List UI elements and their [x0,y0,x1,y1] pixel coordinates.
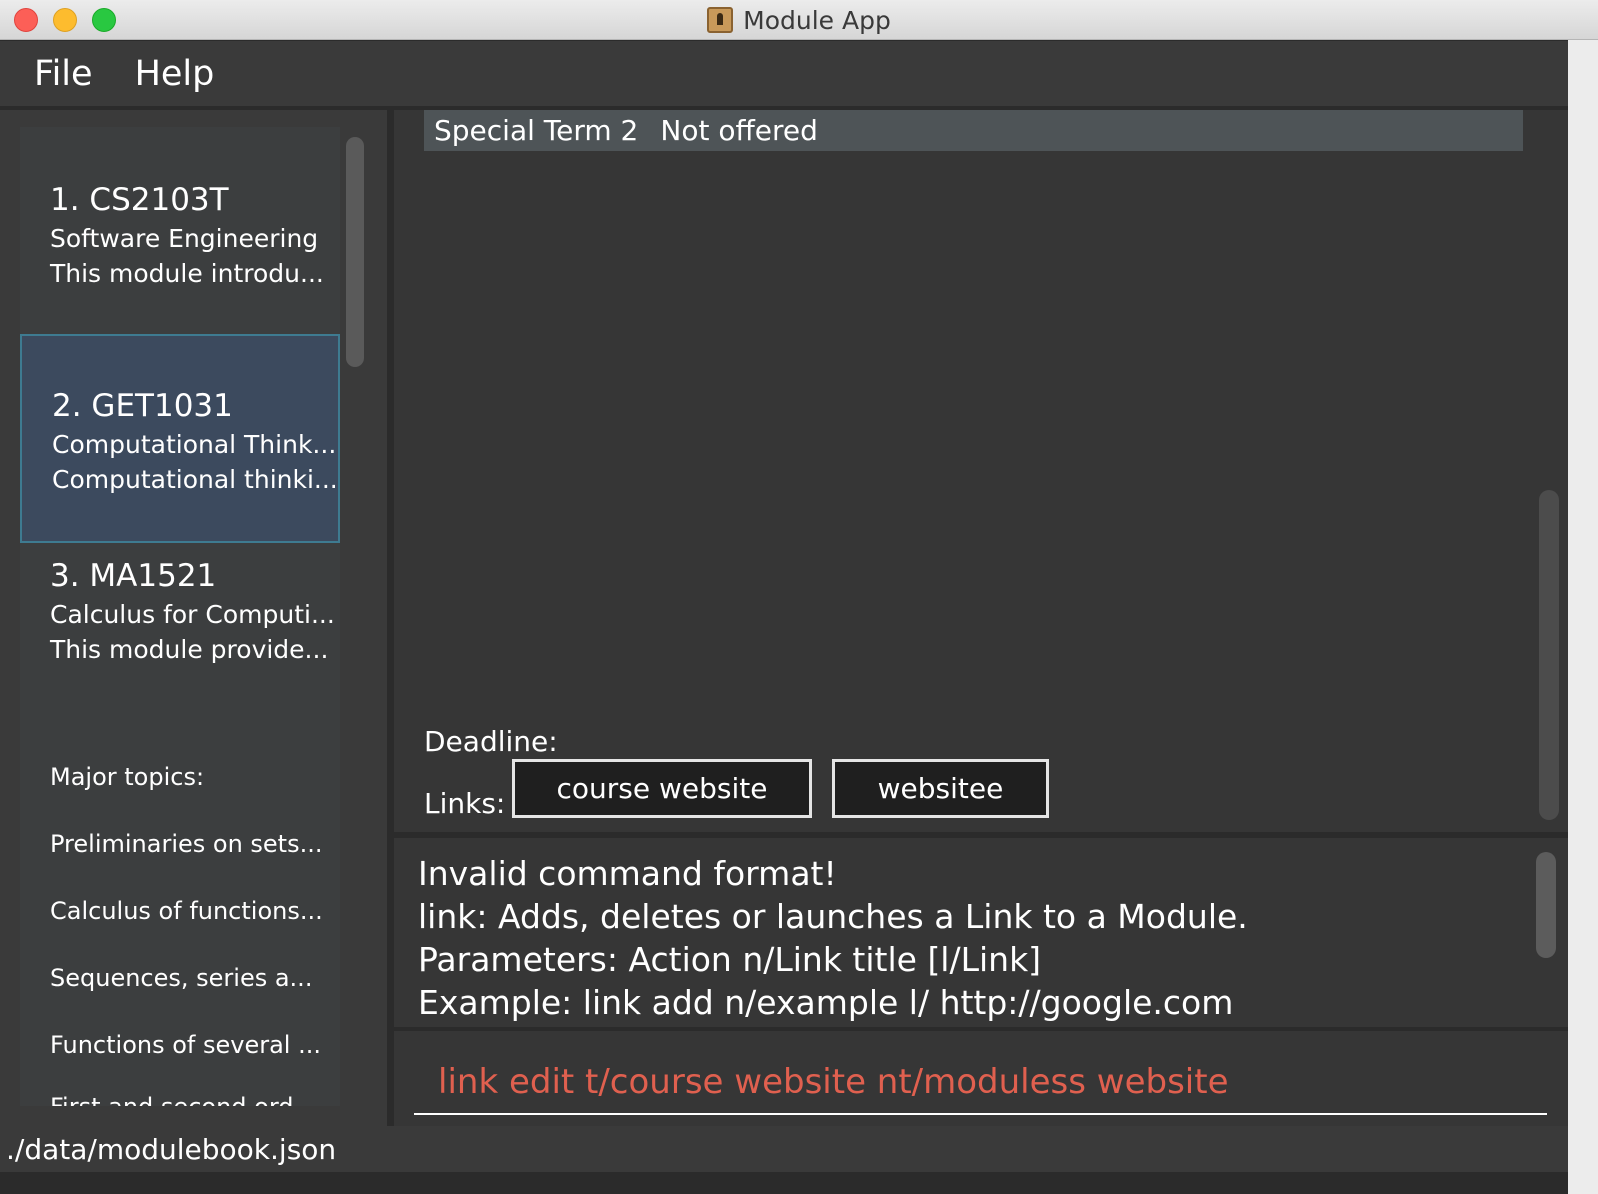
module-list[interactable]: 1. CS2103T Software Engineering This mod… [20,127,340,1106]
module-list-panel: 1. CS2103T Software Engineering This mod… [0,110,390,1126]
status-bar: ./data/modulebook.json [0,1126,1568,1172]
menu-help[interactable]: Help [135,54,215,94]
menu-file[interactable]: File [34,54,93,94]
topic-item: Preliminaries on sets... [50,830,323,858]
module-card-description: Computational thinki... [52,465,338,494]
module-card-name: Software Engineering [50,224,319,253]
deadline-label: Deadline: [424,725,558,758]
module-card-ma1521[interactable]: 3. MA1521 Calculus for Computi... This m… [20,558,340,664]
command-box [394,1029,1568,1126]
module-card-cs2103t[interactable]: 1. CS2103T Software Engineering This mod… [20,182,340,288]
term-status: Not offered [660,114,818,147]
window-edge [1568,40,1598,1194]
app-icon [707,7,734,33]
result-line: Invalid command format! [418,854,837,893]
module-detail-panel: Special Term 2 Not offered Deadline: Lin… [394,110,1568,832]
module-card-description: This module provide... [50,635,329,664]
module-card-name: Calculus for Computi... [50,600,335,629]
menu-bar: File Help [0,41,1568,108]
save-file-path: ./data/modulebook.json [6,1132,337,1166]
term-row: Special Term 2 Not offered [424,110,1523,151]
module-card-description: This module introdu... [50,259,324,288]
link-course-website-button[interactable]: course website [512,759,812,818]
topic-item: Calculus of functions... [50,897,323,925]
topic-item: First and second ord... [50,1093,316,1106]
module-card-title: 2. GET1031 [52,388,233,424]
module-card-title: 1. CS2103T [50,182,229,218]
topic-item: Sequences, series a... [50,964,313,992]
major-topics-heading: Major topics: [50,763,205,791]
module-card-name: Computational Think... [52,430,337,459]
link-websitee-button[interactable]: websitee [832,759,1049,818]
links-label: Links: [424,787,506,820]
result-line: link: Adds, deletes or launches a Link t… [418,897,1248,936]
module-list-scrollbar[interactable] [346,137,364,367]
result-scrollbar[interactable] [1536,852,1556,958]
result-display: Invalid command format! link: Adds, dele… [394,834,1568,1027]
result-line: Parameters: Action n/Link title [l/Link] [418,940,1042,979]
module-card-title: 3. MA1521 [50,558,217,594]
window-title: Module App [743,5,891,35]
module-card-get1031[interactable]: 2. GET1031 Computational Think... Comput… [20,334,340,543]
command-input[interactable] [414,1051,1547,1115]
window-title-group: Module App [0,0,1598,40]
term-name: Special Term 2 [434,114,639,147]
detail-scrollbar[interactable] [1539,490,1559,820]
result-line: Example: link add n/example l/ http://go… [418,983,1234,1022]
title-bar: Module App [0,0,1598,40]
topic-item: Functions of several ... [50,1031,321,1059]
